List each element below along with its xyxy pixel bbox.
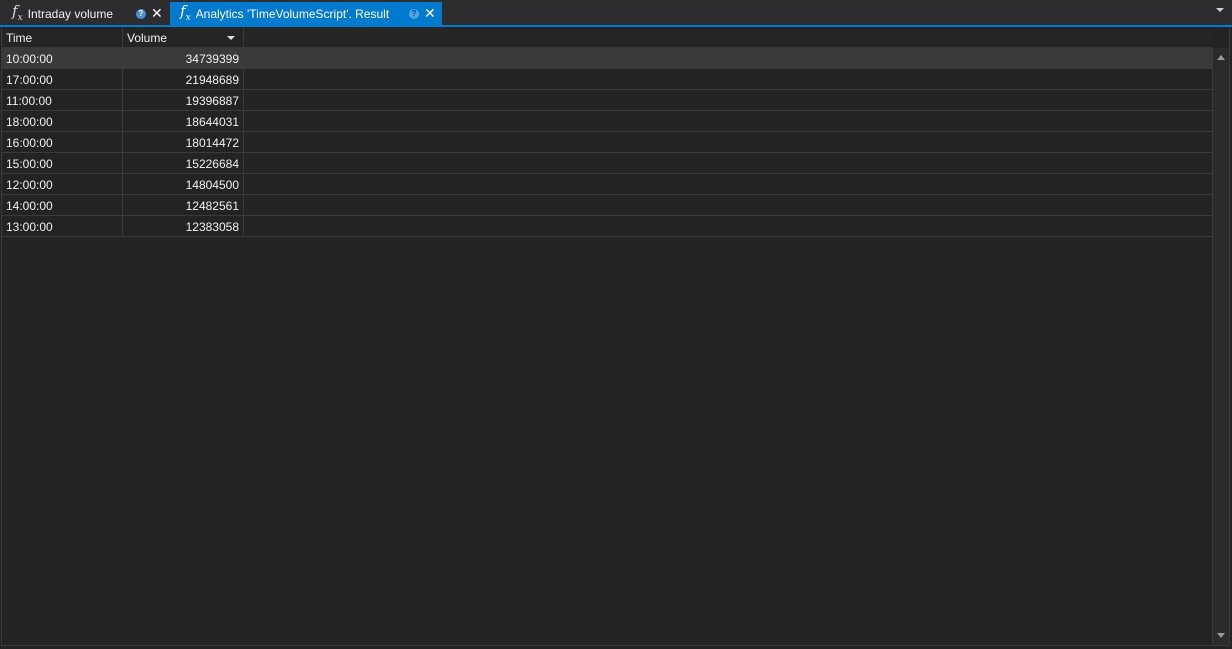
cell-volume[interactable]: 18014472 [123, 132, 244, 152]
cell-time[interactable]: 13:00:00 [2, 216, 123, 236]
grid-rows: 10:00:00 34739399 17:00:00 21948689 11:00:00… [2, 48, 1212, 237]
help-icon[interactable]: ? [409, 9, 419, 19]
cell-volume[interactable]: 21948689 [123, 69, 244, 89]
document-tab-bar: fx Intraday volume ? ✕ fx Analytics 'Tim… [0, 0, 1232, 25]
tab-title: Intraday volume [27, 6, 114, 21]
table-row[interactable]: 17:00:00 21948689 [2, 69, 1212, 90]
help-icon[interactable]: ? [136, 9, 146, 19]
tab-list-dropdown-icon[interactable] [1216, 8, 1224, 12]
tab-title: Analytics 'TimeVolumeScript'. Result [195, 6, 390, 21]
cell-volume[interactable]: 14804500 [123, 174, 244, 194]
cell-volume[interactable]: 12383058 [123, 216, 244, 236]
cell-time[interactable]: 18:00:00 [2, 111, 123, 131]
tab-intraday-volume[interactable]: fx Intraday volume ? ✕ [2, 2, 168, 25]
cell-volume[interactable]: 19396887 [123, 90, 244, 110]
cell-volume[interactable]: 12482561 [123, 195, 244, 215]
close-icon[interactable]: ✕ [424, 5, 436, 21]
cell-volume[interactable]: 15226684 [123, 153, 244, 173]
cell-volume[interactable]: 18644031 [123, 111, 244, 131]
column-header-time[interactable]: Time [2, 27, 123, 47]
scroll-down-icon[interactable] [1217, 633, 1225, 638]
table-row[interactable]: 12:00:00 14804500 [2, 174, 1212, 195]
cell-volume[interactable]: 34739399 [123, 48, 244, 68]
sort-descending-icon [227, 36, 235, 40]
result-grid: Time Volume 10:00:00 34739399 17:00:00 2194… [1, 27, 1230, 646]
grid-header: Time Volume [2, 27, 1212, 48]
table-row[interactable]: 16:00:00 18014472 [2, 132, 1212, 153]
function-icon: fx [180, 2, 191, 23]
cell-time[interactable]: 11:00:00 [2, 90, 123, 110]
cell-time[interactable]: 12:00:00 [2, 174, 123, 194]
function-icon: fx [12, 2, 23, 23]
column-header-label: Volume [127, 31, 168, 45]
table-row[interactable]: 15:00:00 15226684 [2, 153, 1212, 174]
cell-time[interactable]: 16:00:00 [2, 132, 123, 152]
column-header-volume[interactable]: Volume [123, 27, 244, 47]
table-row[interactable]: 18:00:00 18644031 [2, 111, 1212, 132]
tab-analytics-result[interactable]: fx Analytics 'TimeVolumeScript'. Result … [170, 2, 442, 25]
cell-time[interactable]: 17:00:00 [2, 69, 123, 89]
vertical-scrollbar[interactable] [1212, 48, 1229, 645]
table-row[interactable]: 11:00:00 19396887 [2, 90, 1212, 111]
cell-time[interactable]: 15:00:00 [2, 153, 123, 173]
table-row[interactable]: 10:00:00 34739399 [2, 48, 1212, 69]
cell-time[interactable]: 14:00:00 [2, 195, 123, 215]
table-row[interactable]: 13:00:00 12383058 [2, 216, 1212, 237]
close-icon[interactable]: ✕ [151, 5, 163, 21]
cell-time[interactable]: 10:00:00 [2, 48, 123, 68]
table-row[interactable]: 14:00:00 12482561 [2, 195, 1212, 216]
column-header-label: Time [6, 31, 33, 45]
scroll-up-icon[interactable] [1217, 55, 1225, 60]
